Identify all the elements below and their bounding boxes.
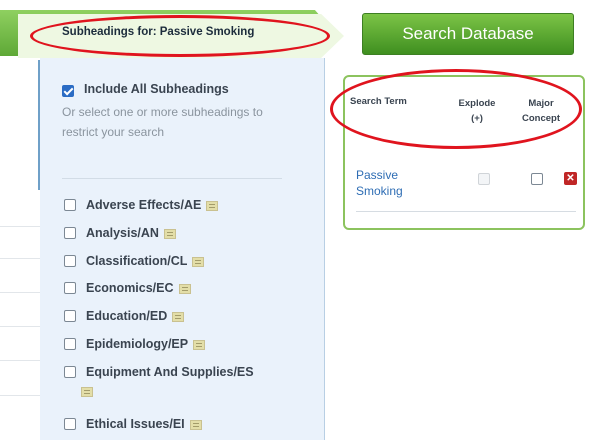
include-all-label: Include All Subheadings	[84, 82, 229, 96]
search-term-link[interactable]: Passive Smoking	[356, 167, 426, 199]
subheading-checkbox[interactable]	[64, 255, 76, 267]
divider	[356, 211, 576, 212]
note-icon[interactable]	[163, 228, 176, 239]
divider	[0, 292, 40, 293]
subheading-checkbox[interactable]	[64, 282, 76, 294]
include-all-checkbox[interactable]	[62, 85, 74, 97]
divider	[0, 226, 40, 227]
note-icon[interactable]	[189, 419, 202, 430]
help-text: Or select one or more subheadings to res…	[62, 105, 263, 139]
subheading-label: Economics/EC	[86, 281, 174, 295]
background-pane	[0, 0, 40, 440]
note-icon[interactable]	[193, 339, 206, 350]
subheadings-panel: Include All Subheadings Or select one or…	[40, 58, 325, 440]
subheading-checkbox[interactable]	[64, 418, 76, 430]
delete-icon[interactable]: ✕	[564, 172, 577, 185]
search-database-button[interactable]: Search Database	[362, 13, 574, 55]
annotation-ellipse	[30, 15, 330, 57]
subheading-label: Equipment And Supplies/ES	[86, 365, 254, 379]
note-icon[interactable]	[192, 256, 205, 267]
divider	[0, 258, 40, 259]
divider	[0, 395, 40, 396]
note-icon[interactable]	[81, 387, 93, 397]
subheading-checkbox[interactable]	[64, 227, 76, 239]
divider	[0, 326, 40, 327]
divider	[62, 178, 282, 179]
subheading-checkbox[interactable]	[64, 338, 76, 350]
subheading-checkbox[interactable]	[64, 199, 76, 211]
note-icon[interactable]	[172, 311, 185, 322]
annotation-ellipse	[330, 69, 582, 149]
explode-checkbox[interactable]	[478, 173, 490, 185]
subheading-checkbox[interactable]	[64, 310, 76, 322]
divider	[0, 360, 40, 361]
major-concept-checkbox[interactable]	[531, 173, 543, 185]
subheading-label: Adverse Effects/AE	[86, 198, 202, 212]
note-icon[interactable]	[178, 283, 191, 294]
note-icon[interactable]	[206, 200, 219, 211]
subheading-checkbox[interactable]	[64, 366, 76, 378]
subheading-label: Epidemiology/EP	[86, 337, 189, 351]
subheading-label: Ethical Issues/EI	[86, 417, 185, 431]
subheading-label: Education/ED	[86, 309, 168, 323]
subheading-label: Classification/CL	[86, 254, 188, 268]
subheading-label: Analysis/AN	[86, 226, 159, 240]
